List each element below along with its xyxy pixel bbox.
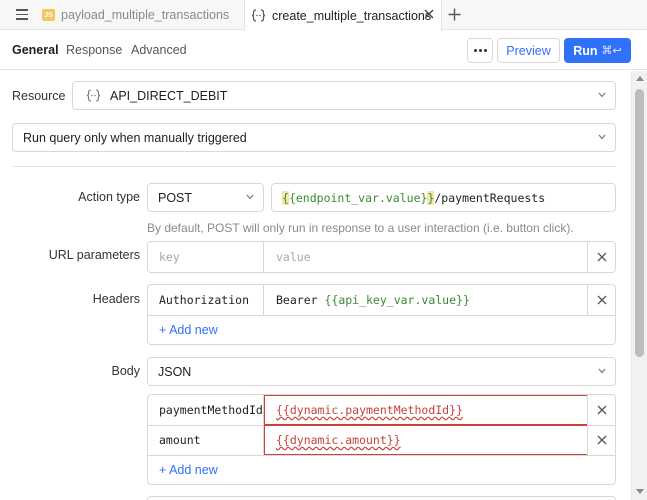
divider: [148, 315, 615, 316]
close-icon: [597, 295, 606, 305]
tab-advanced[interactable]: Advanced: [131, 43, 187, 57]
table-row: amount {{dynamic.amount}}: [148, 425, 615, 455]
header-value-input[interactable]: Bearer {{api_key_var.value}}: [265, 285, 587, 315]
chevron-down-icon: [246, 194, 254, 200]
remove-row-button[interactable]: [587, 242, 615, 272]
method-help-text: By default, POST will only run in respon…: [147, 221, 574, 235]
tab-bar: JS payload_multiple_transactions create_…: [0, 0, 647, 31]
tab-label: create_multiple_transactions: [272, 8, 432, 23]
next-field-partial: [147, 496, 616, 500]
preview-button[interactable]: Preview: [497, 38, 560, 63]
url-path: /paymentRequests: [434, 190, 546, 205]
table-row: key value: [148, 242, 615, 272]
body-label: Body: [111, 364, 141, 378]
run-label: Run: [573, 43, 598, 58]
resource-value: API_DIRECT_DEBIT: [110, 88, 228, 103]
scroll-up-arrow-icon[interactable]: [636, 76, 644, 81]
tab-general[interactable]: General: [12, 43, 59, 57]
close-icon[interactable]: [423, 8, 435, 20]
add-header-button[interactable]: + Add new: [159, 323, 218, 337]
tab-response[interactable]: Response: [66, 43, 122, 57]
body-type-value: JSON: [158, 364, 192, 379]
header-value-template: {{api_key_var.value}}: [324, 293, 470, 307]
menu-icon[interactable]: [16, 9, 28, 20]
headers-label: Headers: [92, 292, 140, 306]
remove-row-button[interactable]: [587, 395, 615, 425]
js-file-icon: JS: [42, 9, 55, 21]
chevron-down-icon: [598, 134, 606, 140]
body-value-template: {{dynamic.amount}}: [276, 433, 401, 447]
table-row: Authorization Bearer {{api_key_var.value…: [148, 285, 615, 315]
chevron-down-icon: [598, 368, 606, 374]
template-brace: }: [427, 190, 435, 205]
headers-table: Authorization Bearer {{api_key_var.value…: [147, 284, 616, 345]
tab-label: payload_multiple_transactions: [61, 8, 230, 22]
template-brace: {: [288, 190, 296, 205]
tab-payload-multiple-transactions[interactable]: JS payload_multiple_transactions: [42, 0, 240, 30]
param-value-input[interactable]: value: [265, 242, 587, 272]
close-icon: [597, 252, 606, 262]
body-key-input[interactable]: paymentMethodId: [148, 395, 264, 425]
divider: [148, 455, 615, 456]
header-key-input[interactable]: Authorization: [148, 285, 264, 315]
body-value-input[interactable]: {{dynamic.paymentMethodId}}: [264, 395, 588, 425]
url-template-var: endpoint_var.value: [295, 190, 421, 205]
close-icon: [597, 435, 606, 445]
resource-label: Resource: [12, 89, 66, 103]
body-type-select[interactable]: JSON: [147, 357, 616, 386]
resource-query-icon: [251, 9, 266, 22]
resource-query-icon: [86, 89, 101, 102]
query-toolbar: General Response Advanced Preview Run ⌘↩: [0, 31, 647, 70]
template-brace: {: [282, 190, 289, 205]
run-button[interactable]: Run ⌘↩: [564, 38, 631, 63]
body-table: paymentMethodId {{dynamic.paymentMethodI…: [147, 394, 616, 485]
method-value: POST: [158, 190, 193, 205]
chevron-down-icon: [598, 92, 606, 98]
resource-select[interactable]: API_DIRECT_DEBIT: [72, 81, 616, 110]
table-row: paymentMethodId {{dynamic.paymentMethodI…: [148, 395, 615, 425]
body-value-template: {{dynamic.paymentMethodId}}: [276, 403, 463, 417]
url-parameters-label: URL parameters: [48, 248, 140, 262]
run-shortcut: ⌘↩: [601, 45, 622, 57]
close-icon: [597, 405, 606, 415]
header-value-prefix: Bearer: [276, 293, 325, 307]
body-value-input[interactable]: {{dynamic.amount}}: [264, 425, 588, 455]
add-tab-plus-icon[interactable]: [448, 8, 461, 21]
method-select[interactable]: POST: [147, 183, 264, 212]
remove-row-button[interactable]: [587, 285, 615, 315]
remove-row-button[interactable]: [587, 425, 615, 455]
tab-create-multiple-transactions[interactable]: create_multiple_transactions: [244, 0, 442, 31]
add-body-field-button[interactable]: + Add new: [159, 463, 218, 477]
url-params-table: key value: [147, 241, 616, 273]
template-brace: }: [420, 190, 428, 205]
more-options-button[interactable]: [467, 38, 493, 63]
param-key-input[interactable]: key: [148, 242, 264, 272]
scrollbar[interactable]: [631, 71, 647, 500]
scroll-thumb[interactable]: [635, 89, 644, 357]
divider: [12, 166, 616, 167]
body-key-input[interactable]: amount: [148, 425, 264, 455]
trigger-value: Run query only when manually triggered: [23, 130, 247, 145]
trigger-select[interactable]: Run query only when manually triggered: [12, 123, 616, 152]
scroll-down-arrow-icon[interactable]: [636, 489, 644, 494]
url-input[interactable]: {{endpoint_var.value}}/paymentRequests: [271, 183, 616, 212]
action-type-label: Action type: [78, 190, 140, 204]
